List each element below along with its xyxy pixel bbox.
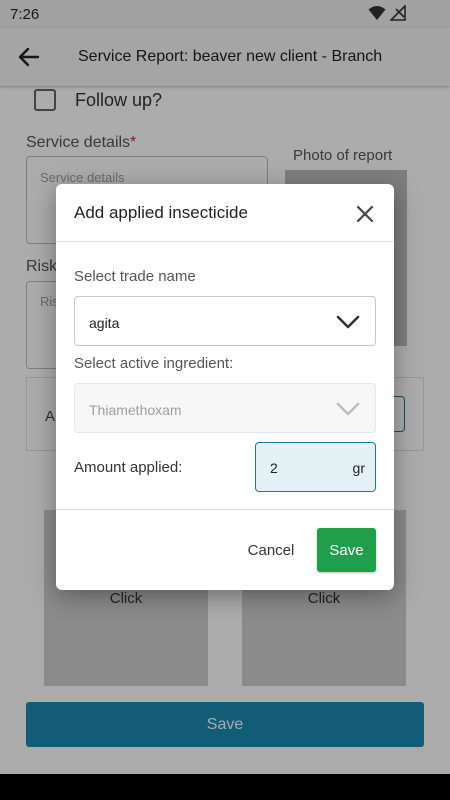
- amount-applied-value: 2: [270, 460, 278, 476]
- cancel-button[interactable]: Cancel: [234, 533, 308, 567]
- active-ingredient-label: Select active ingredient:: [74, 355, 234, 372]
- trade-name-select[interactable]: agita: [74, 296, 376, 346]
- amount-applied-label: Amount applied:: [74, 459, 183, 476]
- amount-applied-input[interactable]: 2 gr: [255, 442, 376, 492]
- close-icon[interactable]: [354, 203, 376, 225]
- active-ingredient-value: Thiamethoxam: [89, 402, 182, 418]
- active-ingredient-select: Thiamethoxam: [74, 383, 376, 433]
- dialog-title: Add applied insecticide: [74, 203, 248, 222]
- trade-name-label: Select trade name: [74, 268, 196, 285]
- trade-name-value: agita: [89, 315, 120, 331]
- dialog-header-divider: [56, 241, 394, 242]
- chevron-down-icon: [336, 402, 360, 416]
- add-insecticide-dialog: Add applied insecticide Select trade nam…: [56, 184, 394, 590]
- amount-unit: gr: [352, 460, 365, 476]
- chevron-down-icon: [336, 315, 360, 329]
- save-button[interactable]: Save: [317, 528, 376, 572]
- dialog-footer-divider: [56, 509, 394, 510]
- system-navigation-bar: [0, 774, 450, 800]
